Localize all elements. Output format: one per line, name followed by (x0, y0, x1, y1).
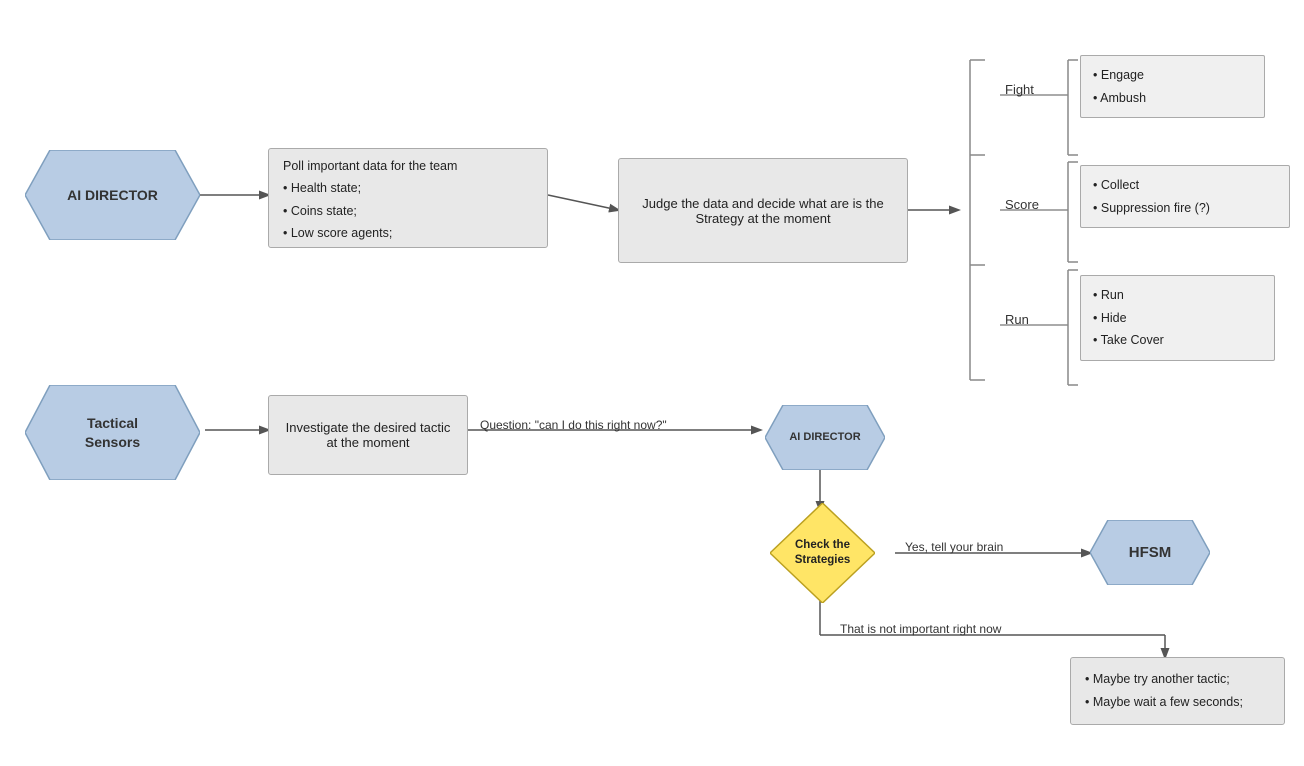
diagram: AI DIRECTOR Poll important data for the … (0, 0, 1304, 766)
fallback-list: Maybe try another tactic; Maybe wait a f… (1085, 668, 1243, 713)
ai-director-hex: AI DIRECTOR (25, 150, 200, 240)
ai-director2-hex: AI DIRECTOR (765, 405, 885, 470)
score-group-box: Collect Suppression fire (?) (1080, 165, 1290, 228)
score-item-1: Collect (1093, 174, 1277, 197)
score-list: Collect Suppression fire (?) (1093, 174, 1277, 219)
tactical-sensors-label: Tactical Sensors (85, 414, 140, 450)
run-group-box: Run Hide Take Cover (1080, 275, 1275, 361)
hfsm-label: HFSM (1129, 543, 1172, 563)
poll-box-title: Poll important data for the team (283, 159, 457, 173)
fallback-item-1: Maybe try another tactic; (1085, 668, 1243, 691)
judge-box: Judge the data and decide what are is th… (618, 158, 908, 263)
ai-director-label: AI DIRECTOR (67, 186, 158, 204)
investigate-text: Investigate the desired tactic at the mo… (283, 420, 453, 450)
hfsm-hex: HFSM (1090, 520, 1210, 585)
ai-director2-label: AI DIRECTOR (789, 430, 860, 444)
check-diamond: Check the Strategies (770, 503, 875, 603)
question-label: Question: "can I do this right now?" (480, 418, 667, 432)
score-bullet: Score (1005, 197, 1039, 212)
run-item-1: Run (1093, 284, 1262, 307)
fight-item-2: Ambush (1093, 87, 1252, 110)
poll-item-3: Low score agents; (283, 222, 392, 245)
poll-box: Poll important data for the team Health … (268, 148, 548, 248)
fallback-item-2: Maybe wait a few seconds; (1085, 691, 1243, 714)
poll-box-list: Health state; Coins state; Low score age… (283, 177, 392, 245)
run-item-2: Hide (1093, 307, 1262, 330)
fight-bullet: Fight (1005, 82, 1034, 97)
run-item-3: Take Cover (1093, 329, 1262, 352)
fallback-box: Maybe try another tactic; Maybe wait a f… (1070, 657, 1285, 725)
poll-item-1: Health state; (283, 177, 392, 200)
fight-item-1: Engage (1093, 64, 1252, 87)
run-bullet: Run (1005, 312, 1029, 327)
run-list: Run Hide Take Cover (1093, 284, 1262, 352)
yes-label: Yes, tell your brain (905, 540, 1003, 554)
tactical-sensors-hex: Tactical Sensors (25, 385, 200, 480)
not-important-label: That is not important right now (840, 622, 1001, 636)
check-diamond-text: Check the Strategies (795, 538, 851, 568)
fight-group-box: Engage Ambush (1080, 55, 1265, 118)
investigate-box: Investigate the desired tactic at the mo… (268, 395, 468, 475)
judge-box-text: Judge the data and decide what are is th… (633, 196, 893, 226)
fight-list: Engage Ambush (1093, 64, 1252, 109)
poll-item-2: Coins state; (283, 200, 392, 223)
score-item-2: Suppression fire (?) (1093, 197, 1277, 220)
